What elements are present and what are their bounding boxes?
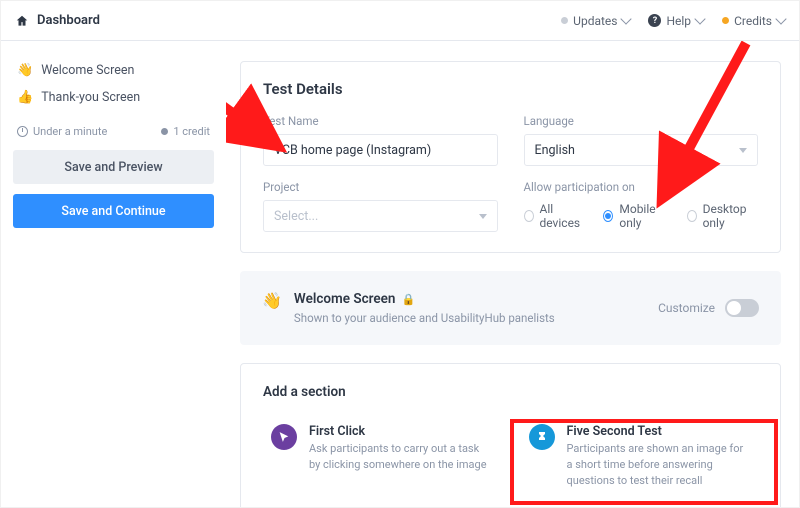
chevron-down-icon [775,13,786,24]
help-menu[interactable]: ? Help [648,14,704,28]
test-details-card: Test Details Test Name VCB home page (In… [240,61,781,253]
sidebar: 👋 Welcome Screen 👍 Thank-you Screen Unde… [1,41,226,507]
wave-icon: 👋 [17,63,33,78]
chevron-down-icon [739,148,747,153]
add-section-card: Add a section First Click Ask participan… [240,363,781,507]
sidebar-item-thankyou[interactable]: 👍 Thank-you Screen [13,84,214,111]
status-dot-icon [561,17,568,24]
customize-label: Customize [658,301,715,315]
language-select[interactable]: English [524,134,759,166]
lock-icon: 🔒 [401,293,415,306]
chevron-down-icon [694,13,705,24]
radio-mobile-only[interactable]: Mobile only [603,202,668,230]
credits-count-label: 1 credit [173,125,210,138]
duration-label: Under a minute [33,125,107,138]
sidebar-welcome-label: Welcome Screen [41,63,134,78]
project-placeholder: Select... [274,209,318,224]
test-name-value: VCB home page (Instagram) [274,143,431,158]
cursor-icon [271,424,297,450]
test-name-label: Test Name [263,114,498,128]
radio-icon [524,210,534,222]
welcome-card-subtitle: Shown to your audience and UsabilityHub … [294,311,555,325]
five-second-desc: Participants are shown an image for a sh… [567,441,751,489]
participation-radio-group: All devices Mobile only Desktop only [524,200,759,232]
test-name-input[interactable]: VCB home page (Instagram) [263,134,498,166]
radio-icon [603,210,613,222]
credits-dot-icon [722,17,729,24]
help-label: Help [666,14,691,28]
welcome-card-title: Welcome Screen [294,291,396,307]
updates-menu[interactable]: Updates [561,14,630,28]
customize-toggle[interactable] [725,299,759,317]
test-details-heading: Test Details [263,80,758,98]
wave-icon: 👋 [262,291,282,310]
radio-desktop-label: Desktop only [703,202,758,230]
dashboard-label: Dashboard [37,13,100,28]
first-click-desc: Ask participants to carry out a task by … [309,441,493,473]
home-icon [15,14,29,28]
save-continue-button[interactable]: Save and Continue [13,194,214,228]
radio-all-label: All devices [540,202,586,230]
updates-label: Updates [573,14,617,28]
welcome-screen-card: 👋 Welcome Screen 🔒 Shown to your audienc… [240,271,781,345]
credit-dot-icon [161,128,168,135]
radio-desktop-only[interactable]: Desktop only [687,202,758,230]
radio-all-devices[interactable]: All devices [524,202,586,230]
topbar: Dashboard Updates ? Help Credits [1,1,799,41]
chevron-down-icon [479,214,487,219]
add-section-heading: Add a section [263,384,758,400]
add-item-five-second[interactable]: Five Second Test Participants are shown … [521,418,759,495]
project-label: Project [263,180,498,194]
radio-mobile-label: Mobile only [619,202,668,230]
clock-icon [17,126,28,137]
save-preview-button[interactable]: Save and Preview [13,150,214,184]
project-select[interactable]: Select... [263,200,498,232]
hourglass-icon [529,424,555,450]
language-value: English [535,143,575,158]
radio-icon [687,210,697,222]
chevron-down-icon [621,13,632,24]
help-icon: ? [648,14,661,27]
participation-label: Allow participation on [524,180,759,194]
first-click-title: First Click [309,424,493,439]
sidebar-item-welcome[interactable]: 👋 Welcome Screen [13,57,214,84]
language-label: Language [524,114,759,128]
dashboard-link[interactable]: Dashboard [15,13,100,28]
credits-menu[interactable]: Credits [722,14,785,28]
five-second-title: Five Second Test [567,424,751,439]
credits-label: Credits [734,14,772,28]
sidebar-thankyou-label: Thank-you Screen [41,90,140,105]
thumbs-up-icon: 👍 [17,90,33,105]
add-item-first-click[interactable]: First Click Ask participants to carry ou… [263,418,501,495]
sidebar-meta: Under a minute 1 credit [13,111,214,150]
main-content: Test Details Test Name VCB home page (In… [226,41,799,507]
